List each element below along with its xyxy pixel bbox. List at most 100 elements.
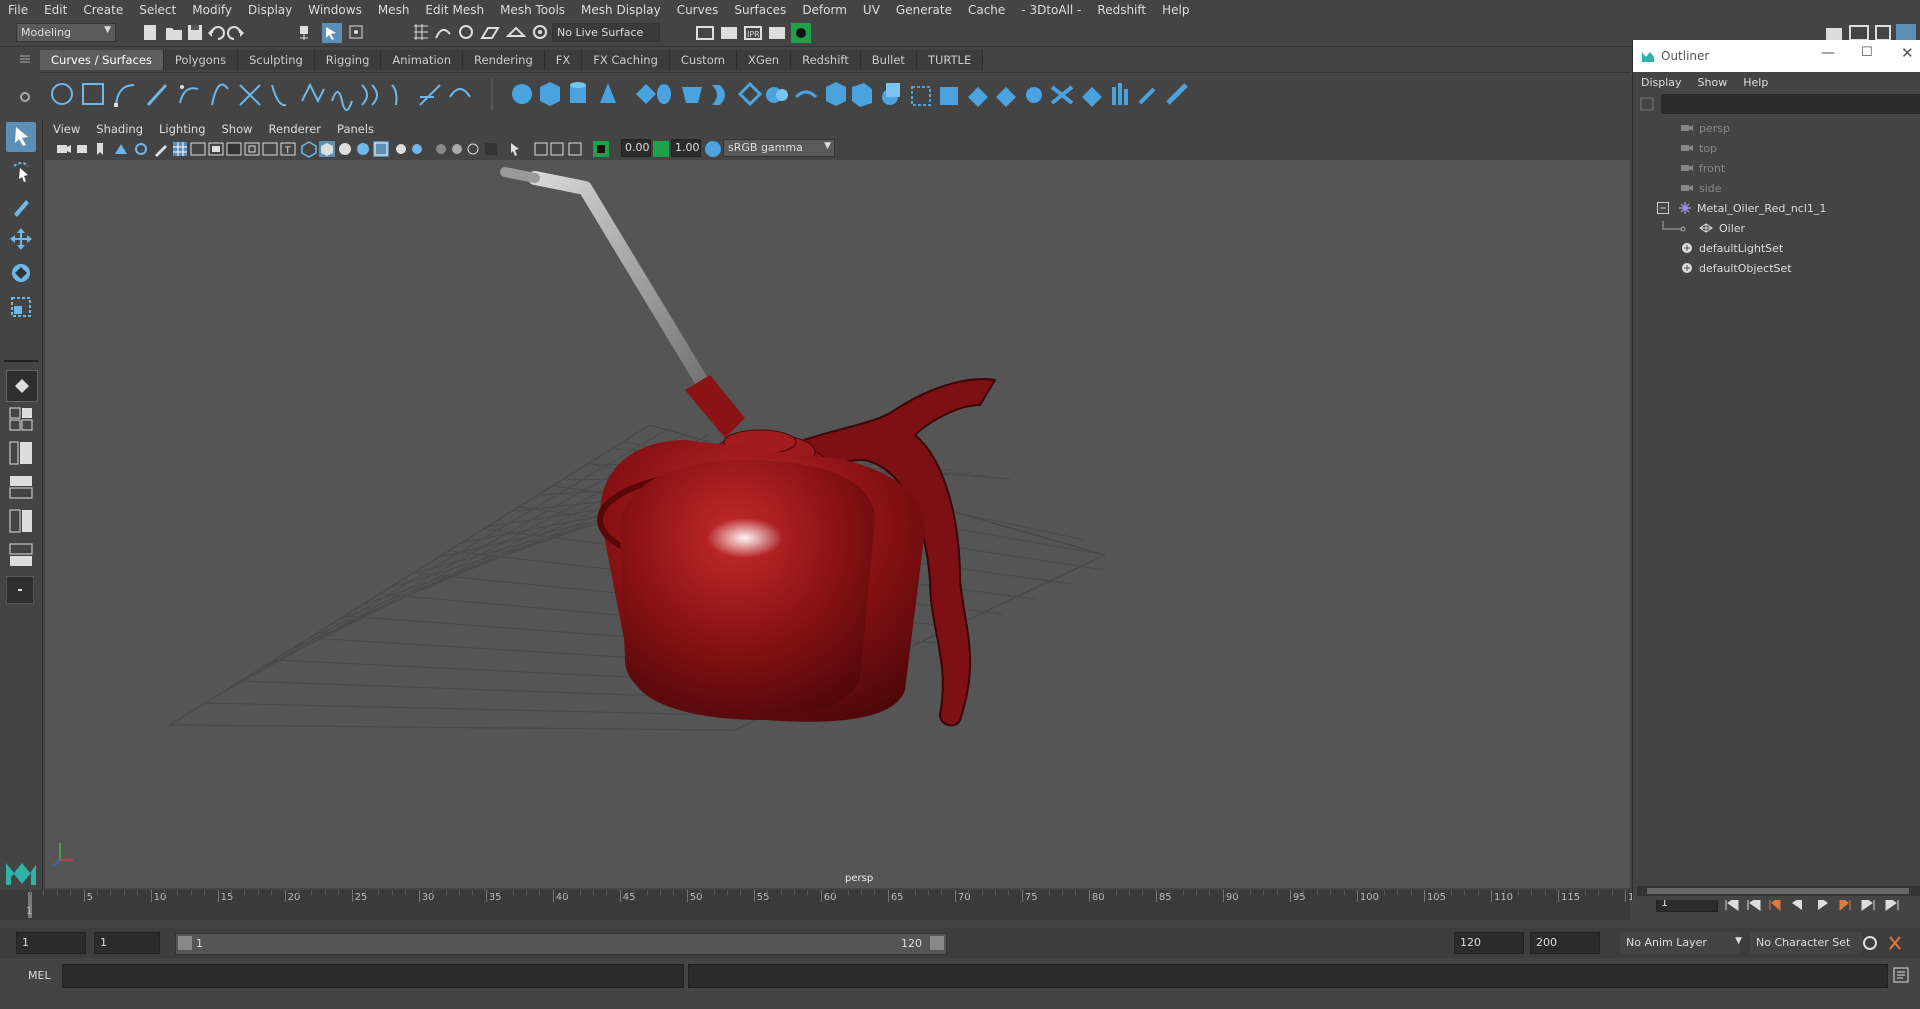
cv-curve-tool-icon[interactable] [114, 84, 135, 107]
tab-bullet[interactable]: Bullet [860, 50, 917, 70]
outliner-horizontal-scrollbar[interactable] [1637, 886, 1920, 896]
field-chart-icon[interactable] [244, 142, 260, 156]
persp-outliner-layout-button[interactable] [6, 438, 36, 468]
menu-edit[interactable]: Edit [36, 3, 75, 17]
exposure-icon[interactable] [593, 141, 609, 157]
outliner-item-persp[interactable]: persp [1637, 118, 1920, 138]
tab-curves-surfaces[interactable]: Curves / Surfaces [40, 50, 164, 70]
menu-select[interactable]: Select [131, 3, 184, 17]
panel-menu-shading[interactable]: Shading [88, 122, 151, 136]
loft-icon[interactable] [712, 85, 725, 105]
nurbs-plane-icon[interactable] [636, 84, 656, 104]
bevel-plus-icon[interactable] [826, 82, 846, 106]
viewport-persp[interactable]: persp [45, 160, 1630, 888]
menu-mesh[interactable]: Mesh [370, 3, 418, 17]
shelf-settings-icon[interactable] [18, 90, 32, 104]
tab-custom[interactable]: Custom [669, 50, 737, 70]
outliner-menu-help[interactable]: Help [1735, 76, 1776, 89]
outliner-item-default-light-set[interactable]: defaultLightSet [1637, 238, 1920, 258]
shelf-menu-icon[interactable] [18, 52, 32, 66]
render-current-frame-icon[interactable] [721, 27, 737, 39]
collapse-icon[interactable] [1657, 202, 1669, 214]
attach-curves-icon[interactable] [239, 84, 261, 106]
playback-start-field[interactable]: 1 [94, 932, 160, 954]
ep-curve-tool-icon[interactable] [146, 83, 168, 107]
command-input[interactable] [62, 964, 684, 988]
project-curve-icon[interactable] [852, 83, 872, 107]
trim-tool-icon[interactable] [911, 86, 931, 106]
depth-of-field-icon[interactable] [485, 143, 497, 155]
select-by-hierarchy-icon[interactable] [300, 26, 308, 40]
attribute-editor-icon[interactable] [1875, 25, 1891, 41]
menu-display[interactable]: Display [240, 3, 300, 17]
sculpt-geometry-icon[interactable] [1138, 87, 1156, 105]
snap-grid-icon[interactable] [414, 24, 428, 40]
extend-surface-icon[interactable] [1082, 87, 1102, 107]
maximize-icon[interactable]: ☐ [1861, 45, 1873, 60]
paint-select-tool-button[interactable] [6, 190, 36, 220]
view-transform-icon[interactable] [568, 142, 582, 156]
undo-icon[interactable] [208, 26, 225, 40]
gamma-toggle-icon[interactable] [550, 142, 564, 156]
oiler-spout[interactable] [500, 167, 717, 402]
tab-animation[interactable]: Animation [381, 50, 464, 70]
tab-turtle[interactable]: TURTLE [916, 50, 984, 70]
playback-end-field[interactable]: 120 [1454, 932, 1524, 954]
time-slider[interactable]: 1 5 10 15 20 25 30 35 40 45 50 55 60 65 70 75 80 85 90 95 1… [0, 890, 1647, 920]
live-surface-field[interactable]: No Live Surface [552, 23, 660, 42]
ipr-render-icon[interactable]: IPR [744, 26, 762, 40]
smooth-shade-icon[interactable] [319, 141, 335, 157]
tab-rendering[interactable]: Rendering [463, 50, 545, 70]
command-language-label[interactable]: MEL [28, 969, 51, 982]
panel-menu-view[interactable]: View [45, 122, 88, 136]
isolate-select-icon[interactable] [511, 143, 519, 156]
birail-icon[interactable] [794, 90, 818, 99]
tab-fx[interactable]: FX [544, 50, 583, 70]
image-plane-icon[interactable] [115, 144, 127, 154]
scale-tool-button[interactable] [6, 292, 36, 322]
scene-start-field[interactable]: 1 [16, 932, 86, 954]
modeling-toolkit-icon[interactable] [1826, 28, 1842, 40]
curve-edit-tool-icon[interactable] [449, 88, 471, 98]
menu-edit-mesh[interactable]: Edit Mesh [417, 3, 492, 17]
untrim-icon[interactable] [940, 87, 958, 105]
save-scene-icon[interactable] [188, 25, 202, 40]
revolve-icon[interactable] [682, 87, 702, 103]
channel-box-icon[interactable] [1849, 25, 1869, 41]
range-end-handle[interactable] [930, 936, 944, 950]
resolution-gate-icon[interactable] [208, 142, 224, 156]
menu-deform[interactable]: Deform [794, 3, 855, 17]
tab-fx-caching[interactable]: FX Caching [582, 50, 670, 70]
range-start-handle[interactable] [178, 936, 192, 950]
extrude-icon[interactable] [766, 87, 788, 103]
anti-aliasing-icon[interactable] [467, 143, 479, 155]
menu-file[interactable]: File [0, 3, 36, 17]
outliner-item-top[interactable]: top [1637, 138, 1920, 158]
minimize-icon[interactable]: — [1821, 45, 1835, 61]
safe-action-icon[interactable] [262, 142, 278, 156]
pencil-curve-tool-icon[interactable] [211, 83, 229, 106]
new-scene-icon[interactable] [144, 25, 156, 40]
auto-key-icon[interactable] [1863, 936, 1877, 950]
persp-graph-layout-button[interactable] [6, 472, 36, 502]
wireframe-on-shaded-icon[interactable] [339, 143, 351, 155]
lasso-tool-button[interactable] [6, 156, 36, 186]
color-management-icon[interactable] [705, 141, 721, 157]
outliner-scroll-thumb[interactable] [1647, 888, 1909, 894]
menu-mesh-tools[interactable]: Mesh Tools [492, 3, 573, 17]
tab-polygons[interactable]: Polygons [163, 50, 239, 70]
select-tool-button[interactable] [6, 122, 36, 152]
script-editor-icon[interactable] [1892, 966, 1910, 984]
use-all-lights-icon[interactable] [396, 144, 406, 154]
hypershade-layout-button[interactable] [6, 506, 36, 536]
add-points-icon[interactable] [419, 84, 441, 106]
rebuild-curve-icon[interactable] [391, 84, 398, 106]
outliner-search-input[interactable] [1661, 94, 1920, 114]
exposure-toggle-icon[interactable] [534, 142, 548, 156]
uv-editor-layout-button[interactable] [6, 540, 36, 570]
menu-mesh-display[interactable]: Mesh Display [573, 3, 669, 17]
nurbs-square-icon[interactable] [82, 83, 104, 105]
menu-3dtoall[interactable]: - 3DtoAll - [1013, 3, 1089, 17]
insert-isoparm-icon[interactable] [1050, 85, 1074, 105]
tab-xgen[interactable]: XGen [736, 50, 792, 70]
